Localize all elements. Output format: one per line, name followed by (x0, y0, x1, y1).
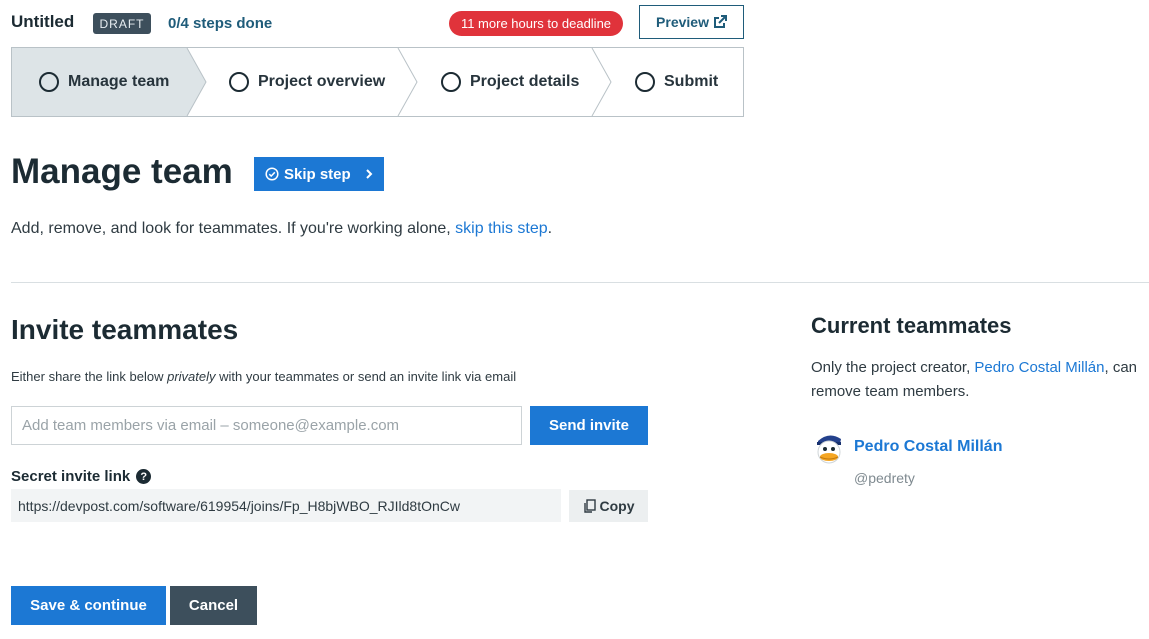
copy-icon (583, 499, 596, 513)
step-circle-icon (229, 72, 249, 92)
step-project-details[interactable]: Project details (441, 48, 579, 116)
avatar-duck-icon[interactable] (811, 430, 847, 466)
skip-this-step-link[interactable]: skip this step (455, 220, 547, 237)
skip-step-button[interactable]: Skip step (254, 157, 384, 191)
steps-progress: 0/4 steps done (168, 15, 273, 32)
invite-description: Either share the link below privately wi… (11, 369, 516, 384)
step-circle-icon (39, 72, 59, 92)
chevron-right-icon (365, 169, 373, 179)
save-continue-button[interactable]: Save & continue (11, 586, 166, 625)
description-text: Add, remove, and look for teammates. If … (11, 220, 456, 237)
deadline-badge: 11 more hours to deadline (449, 11, 623, 36)
secret-invite-link[interactable]: https://devpost.com/software/619954/join… (11, 489, 561, 522)
member-handle: @pedrety (854, 470, 915, 486)
project-title: Untitled (11, 12, 75, 31)
skip-step-label: Skip step (284, 165, 351, 183)
step-circle-icon (441, 72, 461, 92)
step-circle-icon (635, 72, 655, 92)
status-badge: DRAFT (93, 13, 151, 34)
page-title: Manage team (11, 152, 233, 191)
current-teammates-description: Only the project creator, Pedro Costal M… (811, 356, 1149, 404)
current-desc-text: Only the project creator, (811, 359, 975, 376)
preview-button[interactable]: Preview (639, 5, 744, 39)
invite-desc-suffix: with your teammates or send an invite li… (215, 369, 517, 384)
invite-heading: Invite teammates (11, 314, 239, 345)
page-description: Add, remove, and look for teammates. If … (11, 220, 552, 238)
cancel-button[interactable]: Cancel (170, 586, 257, 625)
step-navigator: Manage team Project overview Project det… (11, 47, 744, 117)
email-invite-input[interactable] (11, 406, 522, 445)
secret-link-label: Secret invite link ? (11, 468, 152, 485)
invite-desc-text: Either share the link below (11, 369, 168, 384)
invite-desc-emphasis: privately (167, 369, 216, 384)
step-label: Project overview (258, 73, 386, 90)
step-label: Project details (470, 73, 580, 90)
step-label: Submit (664, 73, 719, 90)
copy-label: Copy (599, 498, 635, 514)
description-suffix: . (547, 220, 553, 237)
external-link-icon (713, 15, 727, 28)
current-teammates-heading: Current teammates (811, 313, 1012, 338)
secret-link-label-text: Secret invite link (11, 468, 131, 485)
check-circle-icon (265, 167, 279, 181)
step-submit[interactable]: Submit (635, 48, 718, 116)
step-label: Manage team (68, 73, 170, 90)
copy-link-button[interactable]: Copy (569, 490, 648, 522)
preview-label: Preview (656, 14, 709, 30)
help-icon[interactable]: ? (136, 469, 152, 484)
member-name-link[interactable]: Pedro Costal Millán (854, 438, 1002, 456)
send-invite-button[interactable]: Send invite (530, 406, 648, 445)
creator-link[interactable]: Pedro Costal Millán (974, 359, 1104, 376)
step-manage-team[interactable]: Manage team (39, 48, 169, 116)
step-project-overview[interactable]: Project overview (229, 48, 385, 116)
section-divider (11, 282, 1149, 283)
